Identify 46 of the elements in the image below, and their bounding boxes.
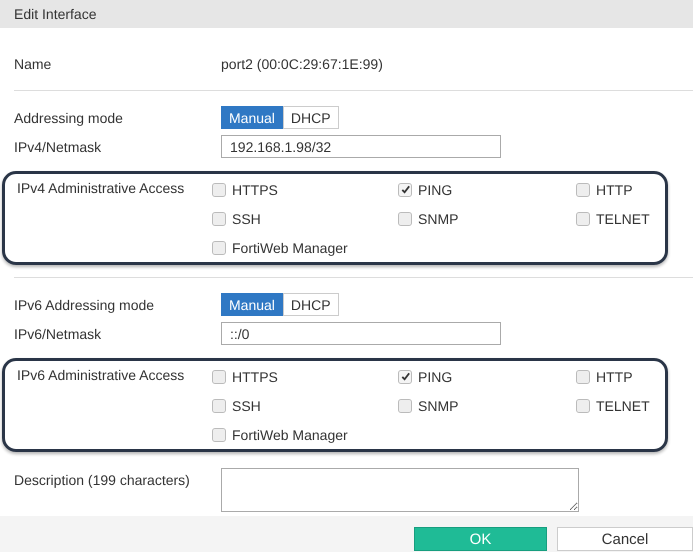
- mode-toggle[interactable]: Manual: [221, 106, 283, 129]
- field-label: IPv4 Administrative Access: [17, 179, 186, 196]
- netmask-field[interactable]: ::/0: [221, 322, 501, 345]
- checkbox[interactable]: [576, 370, 590, 384]
- field-label: Addressing mode: [14, 110, 124, 126]
- checkbox-label: SSH: [232, 398, 261, 414]
- checkbox-label: TELNET: [596, 398, 650, 414]
- checkbox[interactable]: [212, 212, 226, 226]
- checkbox-label: HTTP: [596, 182, 633, 198]
- checkbox-label: PING: [418, 368, 452, 384]
- field-label: Name: [14, 56, 52, 72]
- checkbox[interactable]: [212, 428, 226, 442]
- checkbox[interactable]: [212, 182, 226, 196]
- field-label: IPv4/Netmask: [14, 138, 102, 154]
- interface-name: port2 (00:0C:29:67:1E:99): [221, 56, 383, 72]
- checkbox-label: SSH: [232, 210, 261, 226]
- netmask-field[interactable]: 192.168.1.98/32: [221, 135, 501, 158]
- field-label: Description (199 characters): [14, 471, 191, 488]
- field-label: IPv6/Netmask: [14, 326, 102, 342]
- mode-toggle[interactable]: DHCP: [282, 106, 339, 129]
- checkbox[interactable]: [212, 370, 226, 384]
- checkbox-label: SNMP: [418, 210, 458, 226]
- checkbox[interactable]: [576, 398, 590, 412]
- checkbox[interactable]: [212, 398, 226, 412]
- field-label: IPv6 Administrative Access: [17, 366, 186, 383]
- checkbox-label: FortiWeb Manager: [232, 240, 348, 256]
- checkbox[interactable]: [212, 240, 226, 254]
- mode-toggle[interactable]: DHCP: [282, 293, 339, 316]
- checkbox[interactable]: [398, 370, 412, 384]
- checkbox-label: HTTPS: [232, 182, 278, 198]
- checkbox[interactable]: [398, 182, 412, 196]
- mode-toggle[interactable]: Manual: [221, 293, 283, 316]
- checkbox[interactable]: [576, 212, 590, 226]
- checkbox-label: PING: [418, 182, 452, 198]
- checkbox-label: HTTPS: [232, 368, 278, 384]
- description-field[interactable]: [221, 468, 579, 512]
- checkbox[interactable]: [398, 212, 412, 226]
- checkbox[interactable]: [398, 398, 412, 412]
- checkbox-label: FortiWeb Manager: [232, 426, 348, 442]
- checkbox-label: HTTP: [596, 368, 633, 384]
- checkbox-label: TELNET: [596, 210, 650, 226]
- field-label: IPv6 Addressing mode: [14, 296, 156, 312]
- checkbox-label: SNMP: [418, 398, 458, 414]
- window-title: Edit Interface: [14, 6, 96, 22]
- checkbox[interactable]: [576, 182, 590, 196]
- cancel-button[interactable]: Cancel: [557, 527, 693, 551]
